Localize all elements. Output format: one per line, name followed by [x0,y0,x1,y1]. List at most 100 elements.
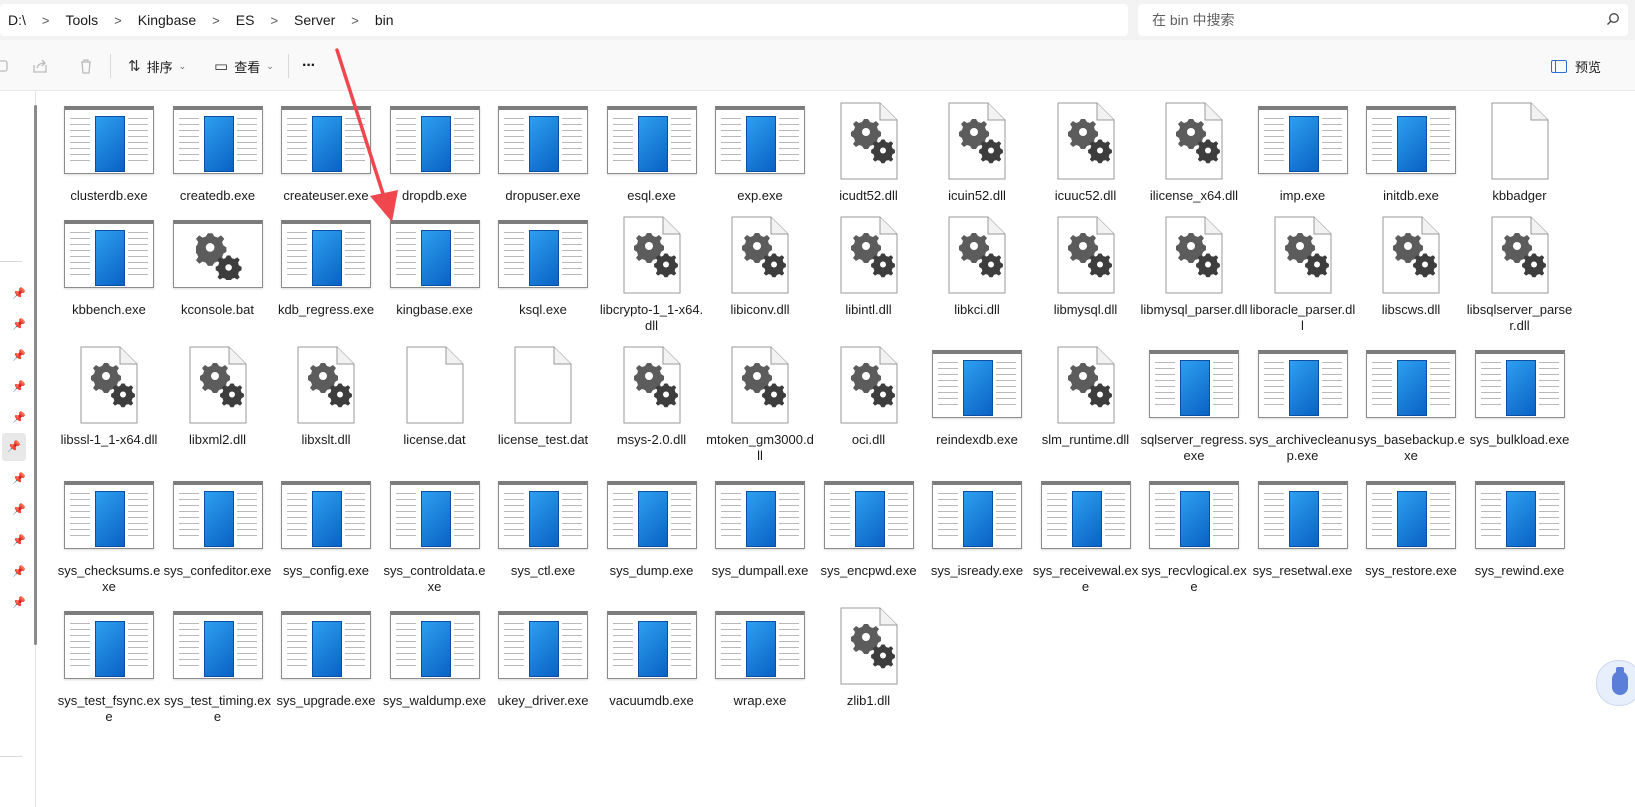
file-item[interactable]: libscws.dll [1357,214,1465,334]
pin-icon[interactable]: 📌 [12,472,26,486]
rename-icon[interactable] [0,56,10,76]
file-item[interactable]: sys_recvlogical.exe [1140,475,1248,595]
file-item[interactable]: libcrypto-1_1-x64.dll [598,214,706,334]
file-item[interactable]: kbbadger [1466,100,1574,220]
breadcrumb-es[interactable]: ES [228,12,263,28]
file-item[interactable]: libiconv.dll [706,214,814,334]
pin-icon[interactable]: 📌 [12,596,26,610]
pin-icon[interactable]: 📌 [2,433,26,461]
breadcrumb-tools[interactable]: Tools [57,12,106,28]
file-item[interactable]: kingbase.exe [381,214,489,334]
file-item[interactable]: kconsole.bat [164,214,272,334]
share-icon[interactable] [30,56,50,76]
file-item[interactable]: createuser.exe [272,100,380,220]
floating-assistant-button[interactable] [1596,660,1635,706]
breadcrumb[interactable]: D:\ > Tools > Kingbase > ES > Server > b… [0,4,1128,36]
file-item[interactable]: msys-2.0.dll [598,344,706,464]
preview-pane-icon [1550,59,1567,73]
file-item[interactable]: sys_ctl.exe [489,475,597,595]
file-item[interactable]: ksql.exe [489,214,597,334]
file-item[interactable]: sys_bulkload.exe [1466,344,1574,464]
file-item[interactable]: initdb.exe [1357,100,1465,220]
file-item[interactable]: sys_receivewal.exe [1032,475,1140,595]
file-item[interactable]: sys_isready.exe [923,475,1031,595]
pin-icon[interactable]: 📌 [12,349,26,363]
pin-icon[interactable]: 📌 [12,534,26,548]
file-item[interactable]: libssl-1_1-x64.dll [55,344,163,464]
file-item[interactable]: sqlserver_regress.exe [1140,344,1248,464]
file-item[interactable]: libxml2.dll [164,344,272,464]
sort-button[interactable]: ⇅ 排序 ⌄ [128,53,186,79]
view-button[interactable]: ▭ 查看 ⌄ [214,53,274,79]
file-item[interactable]: vacuumdb.exe [598,605,706,725]
more-options-button[interactable]: ··· [302,53,316,79]
file-item[interactable]: dropdb.exe [381,100,489,220]
file-item[interactable]: clusterdb.exe [55,100,163,220]
file-item[interactable]: sys_controldata.exe [381,475,489,595]
file-item[interactable]: exp.exe [706,100,814,220]
file-item[interactable]: kdb_regress.exe [272,214,380,334]
file-item[interactable]: sys_archivecleanup.exe [1249,344,1357,464]
file-item[interactable]: sys_basebackup.exe [1357,344,1465,464]
file-name: libkci.dll [954,302,1000,317]
file-item[interactable]: libsqlserver_parser.dll [1466,214,1574,334]
file-item[interactable]: icuin52.dll [923,100,1031,220]
file-item[interactable]: ukey_driver.exe [489,605,597,725]
file-item[interactable]: oci.dll [815,344,923,464]
file-item[interactable]: sys_encpwd.exe [815,475,923,595]
file-item[interactable]: sys_config.exe [272,475,380,595]
breadcrumb-server[interactable]: Server [286,12,343,28]
file-item[interactable]: libkci.dll [923,214,1031,334]
pin-icon[interactable]: 📌 [12,565,26,579]
file-item[interactable]: reindexdb.exe [923,344,1031,464]
file-item[interactable]: dropuser.exe [489,100,597,220]
file-item[interactable]: sys_confeditor.exe [164,475,272,595]
file-item[interactable]: icuuc52.dll [1032,100,1140,220]
file-item[interactable]: sys_upgrade.exe [272,605,380,725]
file-name: libsqlserver_parser.dll [1466,302,1573,333]
file-item[interactable]: esql.exe [598,100,706,220]
dll-file-icon [598,214,706,304]
file-item[interactable]: ilicense_x64.dll [1140,100,1248,220]
file-item[interactable]: icudt52.dll [815,100,923,220]
file-item[interactable]: zlib1.dll [815,605,923,725]
file-item[interactable]: sys_resetwal.exe [1249,475,1357,595]
pin-icon[interactable]: 📌 [12,380,26,394]
pin-icon[interactable]: 📌 [12,318,26,332]
dll-file-icon [1032,214,1140,304]
sort-icon: ⇅ [128,58,141,75]
file-item[interactable]: sys_checksums.exe [55,475,163,595]
file-item[interactable]: imp.exe [1249,100,1357,220]
file-item[interactable]: sys_dump.exe [598,475,706,595]
file-item[interactable]: libxslt.dll [272,344,380,464]
file-item[interactable]: sys_rewind.exe [1466,475,1574,595]
file-item[interactable]: sys_dumpall.exe [706,475,814,595]
file-item[interactable]: sys_restore.exe [1357,475,1465,595]
pin-icon[interactable]: 📌 [12,287,26,301]
file-item[interactable]: kbbench.exe [55,214,163,334]
exe-file-icon [55,605,163,695]
file-item[interactable]: wrap.exe [706,605,814,725]
delete-icon[interactable] [76,56,96,76]
breadcrumb-drive[interactable]: D:\ [0,12,34,28]
file-item[interactable]: libmysql.dll [1032,214,1140,334]
file-item[interactable]: libmysql_parser.dll [1140,214,1248,334]
breadcrumb-kingbase[interactable]: Kingbase [130,12,204,28]
file-item[interactable]: mtoken_gm3000.dll [706,344,814,464]
pin-icon[interactable]: 📌 [12,503,26,517]
file-item[interactable]: slm_runtime.dll [1032,344,1140,464]
file-item[interactable]: liboracle_parser.dll [1249,214,1357,334]
file-item[interactable]: sys_test_timing.exe [164,605,272,725]
file-name: sys_config.exe [283,563,369,578]
search-input[interactable]: 在 bin 中搜索 [1138,4,1628,36]
nav-scrollbar[interactable] [34,105,37,645]
breadcrumb-bin[interactable]: bin [367,12,402,28]
file-item[interactable]: libintl.dll [815,214,923,334]
file-item[interactable]: createdb.exe [164,100,272,220]
preview-pane-button[interactable]: 预览 [1550,53,1601,79]
file-item[interactable]: license_test.dat [489,344,597,464]
file-item[interactable]: sys_waldump.exe [381,605,489,725]
file-item[interactable]: sys_test_fsync.exe [55,605,163,725]
pin-icon[interactable]: 📌 [12,411,26,425]
file-item[interactable]: license.dat [381,344,489,464]
